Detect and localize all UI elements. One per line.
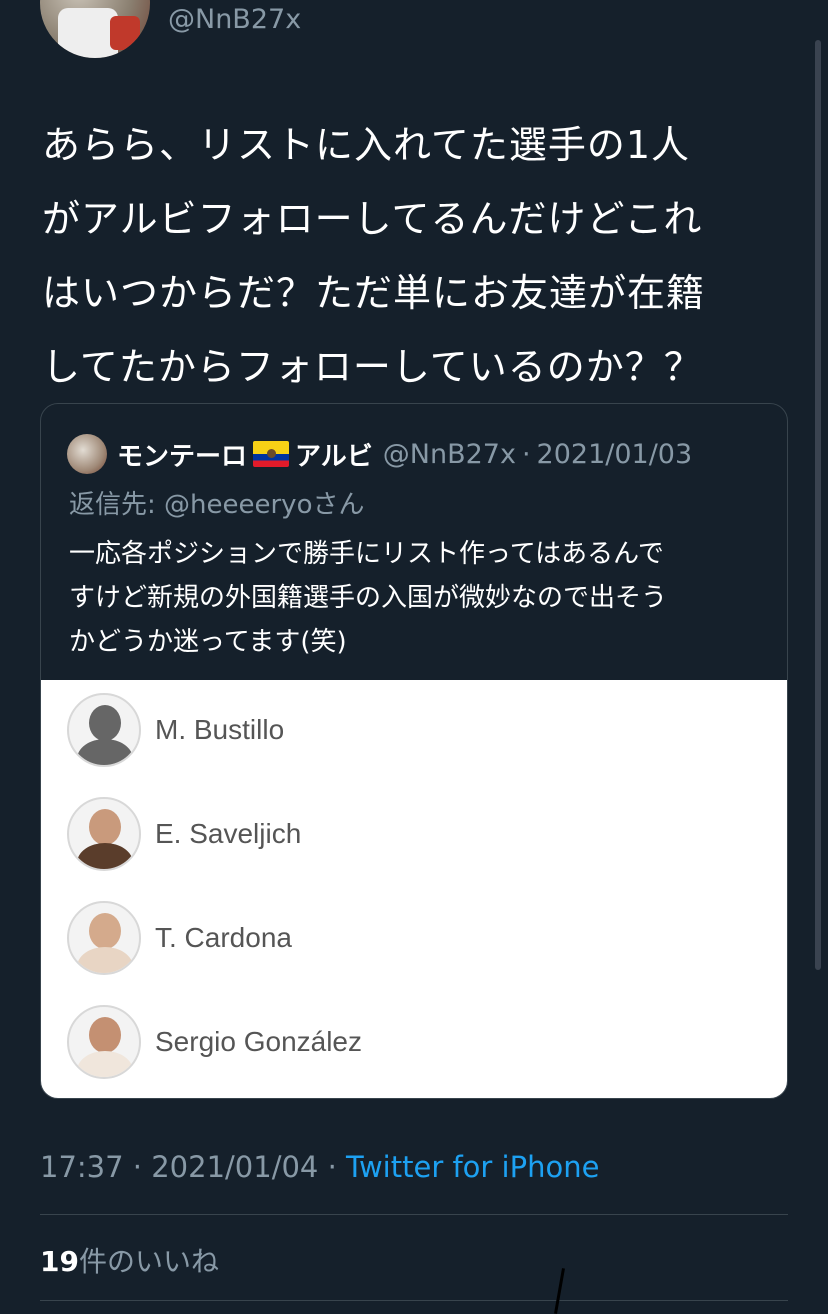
player-photo-avatar [67, 797, 141, 871]
quoted-image-player-list[interactable]: M. Bustillo E. Saveljich T. Cardona Serg… [41, 680, 787, 1098]
scrollbar[interactable] [815, 40, 821, 970]
tweet-text-line: してたからフォローしているのか？？ [42, 345, 703, 389]
quoted-text-line: すけど新規の外国籍選手の入国が微妙なので出そう [69, 583, 668, 613]
tweet-text-line: がアルビフォローしてるんだけどこれ [42, 197, 703, 241]
tweet-time: 17:37 [40, 1150, 124, 1184]
divider [40, 1300, 788, 1301]
tweet-meta: 17:37 · 2021/01/04 · Twitter for iPhone [40, 1150, 599, 1184]
quoted-tweet-text: 一応各ポジションで勝手にリスト作ってはあるんで すけど新規の外国籍選手の入国が微… [69, 532, 769, 664]
player-row: T. Cardona [67, 898, 767, 978]
quoted-author-handle: @NnB27x [382, 438, 516, 470]
quoted-author-avatar [67, 434, 107, 474]
separator-dot: · [521, 438, 531, 470]
avatar-head [89, 705, 121, 741]
player-name: Sergio González [155, 1026, 363, 1057]
tweet-text-line: はいつからだ？ただ単にお友達が在籍 [42, 271, 706, 315]
quoted-author-name: モンテーロ [117, 441, 248, 472]
divider [40, 1214, 788, 1215]
avatar-shirt [58, 8, 118, 58]
player-silhouette-avatar [67, 693, 141, 767]
avatar-body [77, 947, 133, 973]
player-row: E. Saveljich [67, 794, 767, 874]
player-name: E. Saveljich [155, 818, 302, 849]
tweet-text-line: あらら、リストに入れてた選手の1人 [42, 123, 691, 167]
tweet-text: あらら、リストに入れてた選手の1人 がアルビフォローしてるんだけどこれ はいつか… [42, 108, 792, 404]
avatar-head [89, 913, 121, 949]
avatar-beard [77, 843, 133, 869]
quoted-text-line: 一応各ポジションで勝手にリスト作ってはあるんで [69, 539, 664, 569]
avatar-head [89, 809, 121, 845]
player-photo-avatar [67, 1005, 141, 1079]
quoted-tweet-date: 2021/01/03 [536, 438, 693, 470]
likes-count: 19 [40, 1245, 79, 1278]
player-photo-avatar [67, 901, 141, 975]
reply-to-label: 返信先: @heeeeryoさん [69, 490, 365, 520]
avatar-body [77, 739, 133, 765]
avatar-body [77, 1051, 133, 1077]
player-row: Sergio González [67, 1002, 767, 1082]
player-row: M. Bustillo [67, 690, 767, 770]
separator-dot: · [327, 1150, 337, 1184]
tweet-source-link[interactable]: Twitter for iPhone [346, 1150, 599, 1184]
author-avatar[interactable] [40, 0, 150, 58]
likes-label: 件のいいね [78, 1245, 219, 1278]
quoted-author-name-suffix: アルビ [295, 441, 373, 472]
pen-stroke-mark [554, 1268, 565, 1314]
quoted-text-line: かどうか迷ってます(笑) [69, 627, 347, 657]
quoted-tweet-card[interactable]: モンテーロ アルビ @NnB27x · 2021/01/03 返信先: @hee… [40, 403, 788, 1099]
separator-dot: · [132, 1150, 143, 1184]
ecuador-flag-icon [253, 441, 290, 467]
tweet-date: 2021/01/04 [151, 1150, 319, 1184]
likes-count-link[interactable]: 19件のいいね [40, 1240, 219, 1280]
player-name: M. Bustillo [155, 714, 285, 745]
quoted-tweet-header: モンテーロ アルビ @NnB27x · 2021/01/03 [67, 432, 692, 476]
author-handle[interactable]: @NnB27x [168, 4, 301, 35]
avatar-badge [110, 16, 140, 50]
avatar-head [89, 1017, 121, 1053]
player-name: T. Cardona [155, 922, 292, 953]
